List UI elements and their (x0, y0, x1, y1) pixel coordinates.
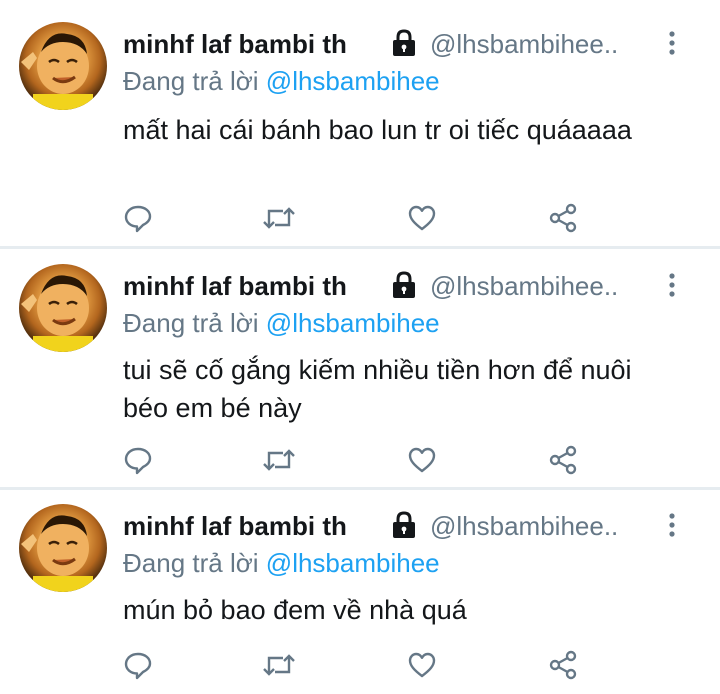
reply-icon[interactable] (118, 198, 158, 238)
retweet-icon[interactable] (259, 440, 299, 480)
display-name[interactable]: minhf laf bambi th (123, 511, 347, 542)
lock-icon (389, 511, 419, 539)
more-vertical-icon[interactable] (664, 30, 680, 56)
reply-mention-link[interactable]: @lhsbambihee (266, 548, 440, 578)
lock-icon (389, 271, 419, 299)
reply-prefix: Đang trả lời (123, 308, 259, 338)
tweet[interactable]: minhf laf bambi th @lhsbambihee.. Đang t… (0, 249, 720, 487)
reply-prefix: Đang trả lời (123, 66, 259, 96)
reply-icon[interactable] (118, 645, 158, 685)
reply-mention-link[interactable]: @lhsbambihee (266, 308, 440, 338)
display-name[interactable]: minhf laf bambi th (123, 271, 347, 302)
reply-context: Đang trả lời @lhsbambihee (123, 308, 440, 339)
more-vertical-icon[interactable] (664, 512, 680, 538)
tweet-actions (0, 645, 720, 685)
user-handle[interactable]: @lhsbambihee.. (430, 271, 658, 302)
tweet-actions (0, 440, 720, 480)
reply-mention-link[interactable]: @lhsbambihee (266, 66, 440, 96)
reply-context: Đang trả lời @lhsbambihee (123, 66, 440, 97)
lock-icon (389, 29, 419, 57)
more-vertical-icon[interactable] (664, 272, 680, 298)
display-name[interactable]: minhf laf bambi th (123, 29, 347, 60)
avatar[interactable] (19, 504, 107, 592)
avatar[interactable] (19, 22, 107, 110)
share-icon[interactable] (543, 645, 583, 685)
like-icon[interactable] (402, 198, 442, 238)
tweet[interactable]: minhf laf bambi th @lhsbambihee.. Đang t… (0, 490, 720, 694)
tweet-text: mún bỏ bao đem về nhà quá (123, 595, 467, 625)
tweet-feed: minhf laf bambi th @lhsbambihee.. Đang t… (0, 0, 720, 694)
retweet-icon[interactable] (259, 645, 299, 685)
retweet-icon[interactable] (259, 198, 299, 238)
reply-icon[interactable] (118, 440, 158, 480)
tweet-actions (0, 198, 720, 238)
share-icon[interactable] (543, 198, 583, 238)
share-icon[interactable] (543, 440, 583, 480)
reply-prefix: Đang trả lời (123, 548, 259, 578)
user-handle[interactable]: @lhsbambihee.. (430, 511, 658, 542)
like-icon[interactable] (402, 440, 442, 480)
tweet[interactable]: minhf laf bambi th @lhsbambihee.. Đang t… (0, 0, 720, 246)
tweet-text: tui sẽ cố gắng kiếm nhiều tiền hơn để nu… (123, 355, 632, 423)
like-icon[interactable] (402, 645, 442, 685)
tweet-text: mất hai cái bánh bao lun tr oi tiếc quáa… (123, 115, 632, 145)
user-handle[interactable]: @lhsbambihee.. (430, 29, 658, 60)
reply-context: Đang trả lời @lhsbambihee (123, 548, 440, 579)
avatar[interactable] (19, 264, 107, 352)
